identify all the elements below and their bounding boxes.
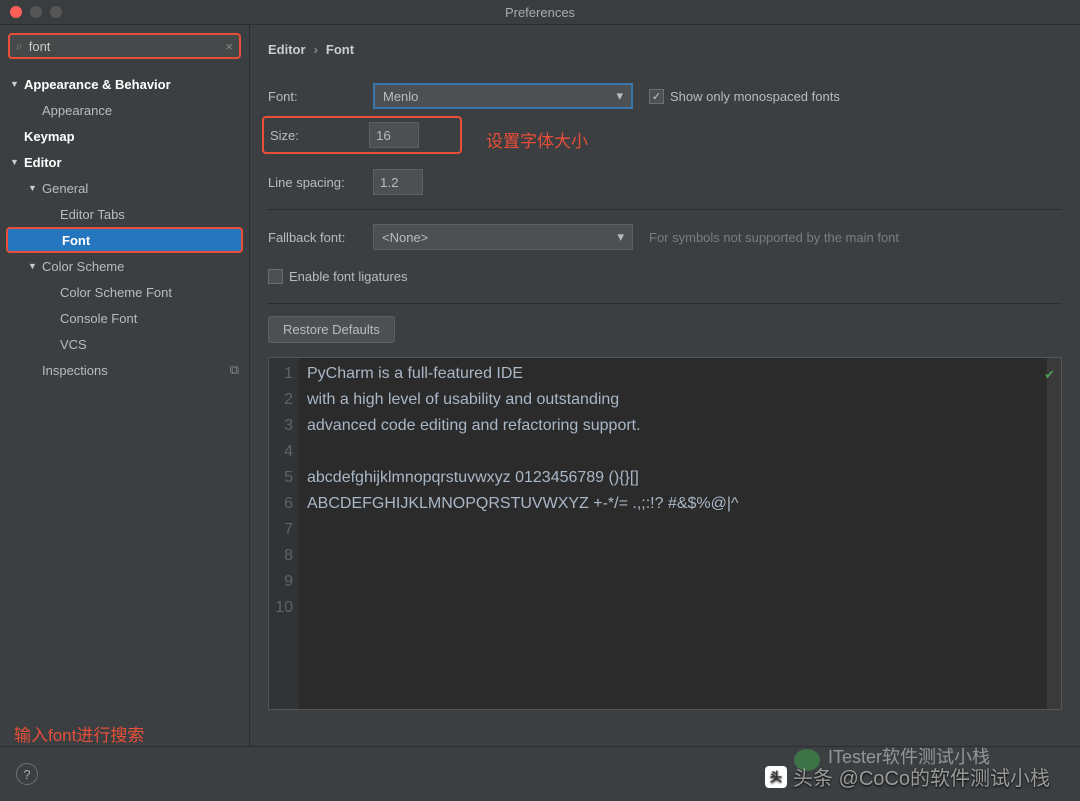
ligatures-label: Enable font ligatures bbox=[289, 269, 408, 284]
watermark: 头 头条 @CoCo的软件测试小栈 bbox=[765, 762, 1050, 791]
chevron-down-icon: ▾ bbox=[617, 229, 624, 245]
divider bbox=[268, 209, 1062, 210]
sidebar-item-appearance[interactable]: Appearance bbox=[0, 97, 249, 123]
font-value: Menlo bbox=[383, 89, 418, 104]
font-select[interactable]: Menlo ▾ bbox=[373, 83, 633, 109]
preview-code: PyCharm is a full-featured IDEwith a hig… bbox=[299, 358, 1047, 709]
fallback-label: Fallback font: bbox=[268, 230, 373, 245]
sidebar-item-label: Inspections bbox=[42, 363, 108, 378]
sidebar-item-color-scheme[interactable]: ▼Color Scheme bbox=[0, 253, 249, 279]
sidebar-item-label: Editor bbox=[24, 155, 62, 170]
sidebar-item-label: Appearance & Behavior bbox=[24, 77, 171, 92]
preview-scrollbar[interactable] bbox=[1047, 358, 1061, 709]
line-spacing-input[interactable] bbox=[373, 169, 423, 195]
sidebar-item-label: Console Font bbox=[60, 311, 137, 326]
crumb-editor[interactable]: Editor bbox=[268, 42, 306, 57]
main-panel: Editor › Font Font: Menlo ▾ ✓ Show only … bbox=[250, 25, 1080, 746]
tree-arrow-icon: ▼ bbox=[28, 183, 42, 193]
sidebar-item-appearance-behavior[interactable]: ▼Appearance & Behavior bbox=[0, 71, 249, 97]
sidebar-item-label: Font bbox=[62, 233, 90, 248]
breadcrumb: Editor › Font bbox=[268, 35, 1062, 63]
sidebar-item-inspections[interactable]: Inspections ⧉ bbox=[0, 357, 249, 383]
traffic-lights bbox=[10, 6, 62, 18]
search-box[interactable]: ⌕ × bbox=[8, 33, 241, 59]
crumb-sep-icon: › bbox=[314, 42, 318, 57]
preview-gutter: 12345678910 bbox=[269, 358, 299, 709]
sidebar-item-keymap[interactable]: Keymap bbox=[0, 123, 249, 149]
sidebar-item-console-font[interactable]: Console Font bbox=[0, 305, 249, 331]
sidebar-item-label: Color Scheme Font bbox=[60, 285, 172, 300]
sidebar-item-label: General bbox=[42, 181, 88, 196]
sidebar: ⌕ × ▼Appearance & BehaviorAppearanceKeym… bbox=[0, 25, 250, 746]
tree-arrow-icon: ▼ bbox=[10, 79, 24, 89]
ligatures-checkbox[interactable] bbox=[268, 269, 283, 284]
font-label: Font: bbox=[268, 89, 373, 104]
sidebar-item-label: Editor Tabs bbox=[60, 207, 125, 222]
tree-arrow-icon: ▼ bbox=[28, 261, 42, 271]
minimize-dot-icon[interactable] bbox=[30, 6, 42, 18]
sidebar-item-label: Appearance bbox=[42, 103, 112, 118]
fallback-value: <None> bbox=[382, 230, 428, 245]
size-input[interactable] bbox=[369, 122, 419, 148]
window-title: Preferences bbox=[505, 5, 575, 20]
monospace-checkbox[interactable]: ✓ bbox=[649, 89, 664, 104]
sidebar-item-editor-tabs[interactable]: Editor Tabs bbox=[0, 201, 249, 227]
check-icon: ✔ bbox=[1044, 362, 1055, 388]
sidebar-item-general[interactable]: ▼General bbox=[0, 175, 249, 201]
fallback-select[interactable]: <None> ▾ bbox=[373, 224, 633, 250]
size-row-highlight: Size: bbox=[262, 116, 462, 154]
line-spacing-label: Line spacing: bbox=[268, 175, 373, 190]
zoom-dot-icon[interactable] bbox=[50, 6, 62, 18]
settings-tree: ▼Appearance & BehaviorAppearanceKeymap▼E… bbox=[0, 67, 249, 671]
sidebar-item-font[interactable]: Font bbox=[6, 227, 243, 253]
clear-icon[interactable]: × bbox=[225, 39, 233, 54]
copy-icon[interactable]: ⧉ bbox=[230, 362, 239, 378]
divider bbox=[268, 303, 1062, 304]
sidebar-item-label: Keymap bbox=[24, 129, 75, 144]
sidebar-item-label: VCS bbox=[60, 337, 87, 352]
annotation-search: 输入font进行搜索 bbox=[0, 721, 249, 746]
sidebar-item-editor[interactable]: ▼Editor bbox=[0, 149, 249, 175]
toutiao-icon: 头 bbox=[765, 766, 787, 788]
chevron-down-icon: ▾ bbox=[616, 88, 623, 104]
size-label: Size: bbox=[270, 128, 369, 143]
sidebar-item-color-scheme-font[interactable]: Color Scheme Font bbox=[0, 279, 249, 305]
sidebar-item-label: Color Scheme bbox=[42, 259, 124, 274]
monospace-label: Show only monospaced fonts bbox=[670, 89, 840, 104]
search-icon: ⌕ bbox=[16, 39, 23, 54]
close-dot-icon[interactable] bbox=[10, 6, 22, 18]
restore-defaults-button[interactable]: Restore Defaults bbox=[268, 316, 395, 343]
help-button[interactable]: ? bbox=[16, 763, 38, 785]
tree-arrow-icon: ▼ bbox=[10, 157, 24, 167]
annotation-size: 设置字体大小 bbox=[486, 127, 588, 152]
search-input[interactable] bbox=[29, 39, 226, 54]
font-form: Font: Menlo ▾ ✓ Show only monospaced fon… bbox=[268, 81, 1062, 710]
font-preview: 12345678910 PyCharm is a full-featured I… bbox=[268, 357, 1062, 710]
fallback-hint: For symbols not supported by the main fo… bbox=[649, 230, 899, 245]
sidebar-item-vcs[interactable]: VCS bbox=[0, 331, 249, 357]
crumb-font: Font bbox=[326, 42, 354, 57]
titlebar: Preferences bbox=[0, 0, 1080, 25]
